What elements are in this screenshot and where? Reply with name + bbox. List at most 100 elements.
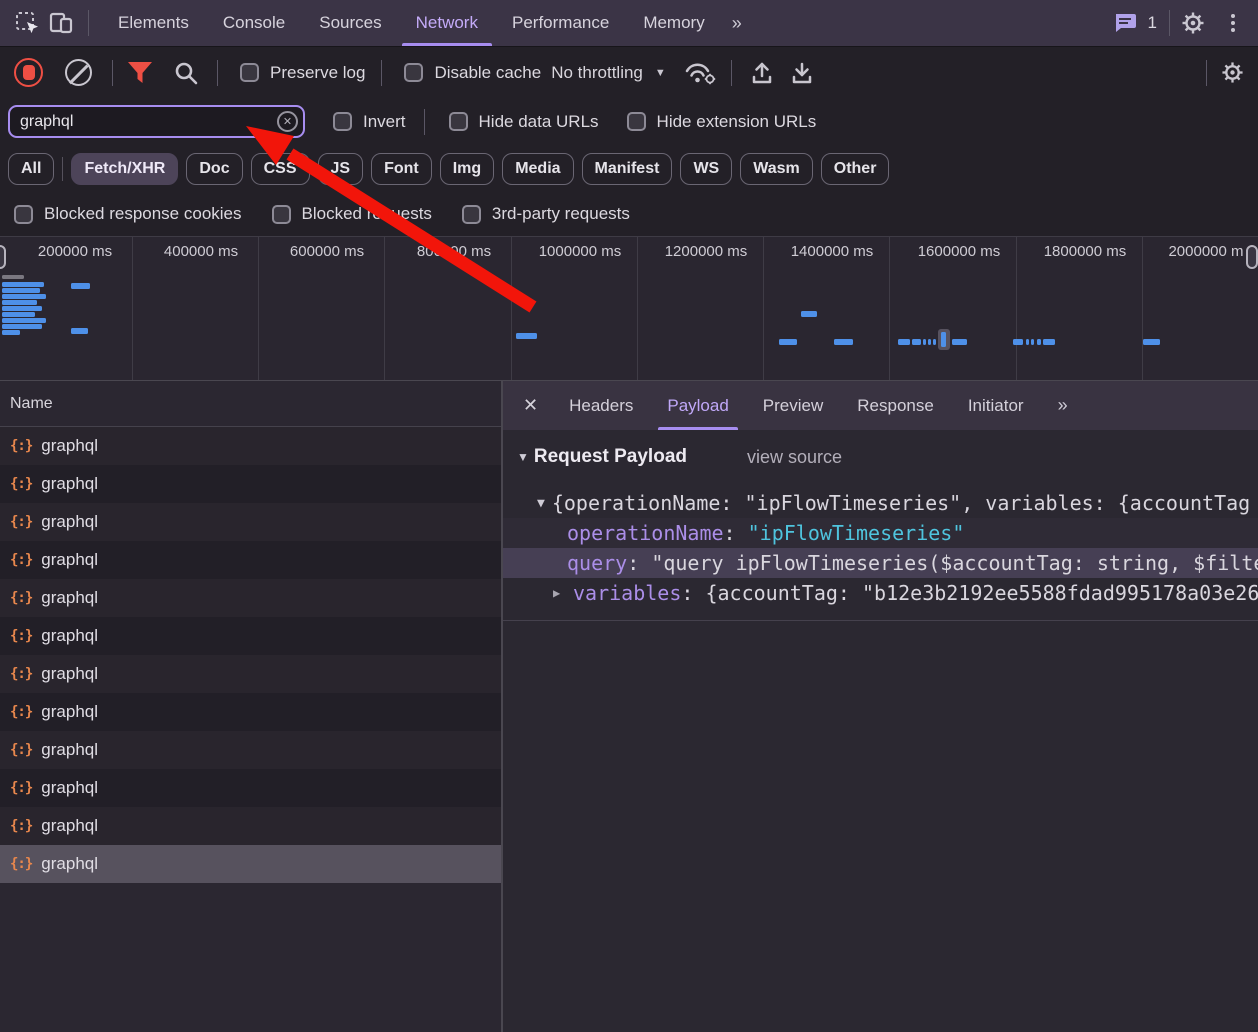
- filter-funnel-icon[interactable]: [127, 61, 153, 85]
- filter-chip-ws[interactable]: WS: [680, 153, 732, 185]
- detail-tab-headers[interactable]: Headers: [552, 381, 650, 430]
- request-row[interactable]: {:}graphql: [0, 427, 501, 465]
- network-conditions-icon[interactable]: [684, 59, 717, 86]
- filter-chip-media[interactable]: Media: [502, 153, 573, 185]
- name-column-header[interactable]: Name: [10, 395, 53, 413]
- payload-row-variables[interactable]: ▶variables: {accountTag: "b12e3b2192ee55…: [503, 578, 1258, 608]
- more-detail-tabs-icon[interactable]: »: [1041, 381, 1085, 430]
- json-braces-icon: {:}: [10, 742, 32, 758]
- filter-chip-fetch-xhr[interactable]: Fetch/XHR: [71, 153, 178, 185]
- view-source-link[interactable]: view source: [747, 447, 842, 468]
- tab-memory[interactable]: Memory: [626, 0, 721, 46]
- request-row[interactable]: {:}graphql: [0, 617, 501, 655]
- tab-elements[interactable]: Elements: [101, 0, 206, 46]
- request-payload-section[interactable]: ▼ Request Payload view source: [503, 430, 1258, 476]
- timeline-gridline: [1016, 237, 1017, 380]
- payload-value: "query ipFlowTimeseries($accountTag: str…: [651, 551, 1258, 575]
- search-icon[interactable]: [173, 60, 199, 86]
- more-panels-icon[interactable]: »: [722, 0, 752, 46]
- requests-table-header[interactable]: Name: [0, 381, 501, 427]
- payload-row-query[interactable]: query: "query ipFlowTimeseries($accountT…: [503, 548, 1258, 578]
- checkbox-box[interactable]: [449, 112, 468, 131]
- waterfall-bar: [2, 294, 46, 299]
- filter-chip-font[interactable]: Font: [371, 153, 432, 185]
- timeline-tick-label: 1800000 ms: [1044, 243, 1127, 260]
- checkbox-box[interactable]: [462, 205, 481, 224]
- request-row[interactable]: {:}graphql: [0, 845, 501, 883]
- throttling-select[interactable]: No throttling: [551, 63, 643, 83]
- filter-chip-other[interactable]: Other: [821, 153, 890, 185]
- detail-tab-preview[interactable]: Preview: [746, 381, 840, 430]
- filter-chip-manifest[interactable]: Manifest: [582, 153, 673, 185]
- json-braces-icon: {:}: [10, 552, 32, 568]
- clear-network-log-button[interactable]: [65, 59, 92, 86]
- device-toolbar-icon[interactable]: [44, 6, 78, 40]
- record-network-log-button[interactable]: [14, 58, 43, 87]
- request-row[interactable]: {:}graphql: [0, 769, 501, 807]
- filter-chip-img[interactable]: Img: [440, 153, 494, 185]
- filter-chip-css[interactable]: CSS: [251, 153, 310, 185]
- payload-row-operationname[interactable]: operationName: "ipFlowTimeseries": [503, 518, 1258, 548]
- detail-tab-payload[interactable]: Payload: [650, 381, 745, 430]
- detail-tab-initiator[interactable]: Initiator: [951, 381, 1041, 430]
- chevron-down-icon[interactable]: ▼: [655, 67, 666, 79]
- network-settings-gear-icon[interactable]: [1221, 61, 1244, 84]
- request-row[interactable]: {:}graphql: [0, 503, 501, 541]
- checkbox-blocked-response-cookies[interactable]: Blocked response cookies: [14, 204, 242, 224]
- disable-cache-checkbox[interactable]: Disable cache: [404, 63, 541, 83]
- request-row[interactable]: {:}graphql: [0, 693, 501, 731]
- request-row[interactable]: {:} graphql: [0, 731, 501, 769]
- checkbox-box[interactable]: [14, 205, 33, 224]
- payload-root-row[interactable]: ▼ {operationName: "ipFlowTimeseries", va…: [503, 488, 1258, 518]
- checkbox-box[interactable]: [404, 63, 423, 82]
- tab-performance[interactable]: Performance: [495, 0, 626, 46]
- checkbox-box[interactable]: [627, 112, 646, 131]
- detail-tab-response[interactable]: Response: [840, 381, 951, 430]
- request-row[interactable]: {:}graphql: [0, 465, 501, 503]
- issues-message-icon[interactable]: [1108, 6, 1142, 40]
- timeline-gridline: [511, 237, 512, 380]
- checkbox-3rd-party-requests[interactable]: 3rd-party requests: [462, 204, 630, 224]
- checkbox-blocked-requests[interactable]: Blocked requests: [272, 204, 432, 224]
- overview-timeline[interactable]: 200000 ms400000 ms600000 ms800000 ms1000…: [0, 236, 1258, 381]
- tab-network[interactable]: Network: [399, 0, 495, 46]
- filter-chip-js[interactable]: JS: [318, 153, 364, 185]
- request-row[interactable]: {:}graphql: [0, 579, 501, 617]
- request-row[interactable]: {:}graphql: [0, 541, 501, 579]
- settings-gear-icon[interactable]: [1176, 6, 1210, 40]
- checkbox-box[interactable]: [333, 112, 352, 131]
- export-har-icon[interactable]: [790, 60, 814, 86]
- tab-sources[interactable]: Sources: [302, 0, 398, 46]
- timeline-left-handle[interactable]: [0, 245, 6, 269]
- kebab-menu-icon[interactable]: [1216, 6, 1250, 40]
- preserve-log-checkbox[interactable]: Preserve log: [240, 63, 365, 83]
- issues-count[interactable]: 1: [1148, 13, 1157, 33]
- inspect-element-icon[interactable]: [10, 6, 44, 40]
- payload-value: {accountTag: "b12e3b2192ee5588fdad995178…: [705, 581, 1258, 605]
- clear-filter-icon[interactable]: ✕: [277, 111, 298, 132]
- filter-chip-wasm[interactable]: Wasm: [740, 153, 813, 185]
- hide-extension-urls-checkbox[interactable]: Hide extension URLs: [627, 112, 817, 132]
- request-row[interactable]: {:}graphql: [0, 655, 501, 693]
- expand-triangle-icon[interactable]: ▶: [553, 586, 573, 600]
- checkbox-box[interactable]: [240, 63, 259, 82]
- waterfall-bar: [834, 339, 853, 345]
- tab-console[interactable]: Console: [206, 0, 302, 46]
- collapse-triangle-icon[interactable]: ▼: [517, 450, 529, 464]
- checkbox-box[interactable]: [272, 205, 291, 224]
- close-details-icon[interactable]: ✕: [503, 395, 552, 416]
- filter-chip-all[interactable]: All: [8, 153, 54, 185]
- request-payload-title: Request Payload: [534, 446, 687, 468]
- collapse-triangle-icon[interactable]: ▼: [537, 496, 545, 511]
- waterfall-bar: [923, 339, 926, 345]
- waterfall-bar: [1143, 339, 1160, 345]
- import-har-icon[interactable]: [750, 60, 774, 86]
- timeline-right-handle[interactable]: [1246, 245, 1258, 269]
- filter-chip-doc[interactable]: Doc: [186, 153, 242, 185]
- hide-data-urls-checkbox[interactable]: Hide data URLs: [449, 112, 599, 132]
- request-name: graphql: [41, 740, 98, 760]
- invert-checkbox[interactable]: Invert: [333, 112, 406, 132]
- devtools-window: ElementsConsoleSourcesNetworkPerformance…: [0, 0, 1258, 1032]
- request-row[interactable]: {:}graphql: [0, 807, 501, 845]
- filter-input[interactable]: [8, 105, 305, 138]
